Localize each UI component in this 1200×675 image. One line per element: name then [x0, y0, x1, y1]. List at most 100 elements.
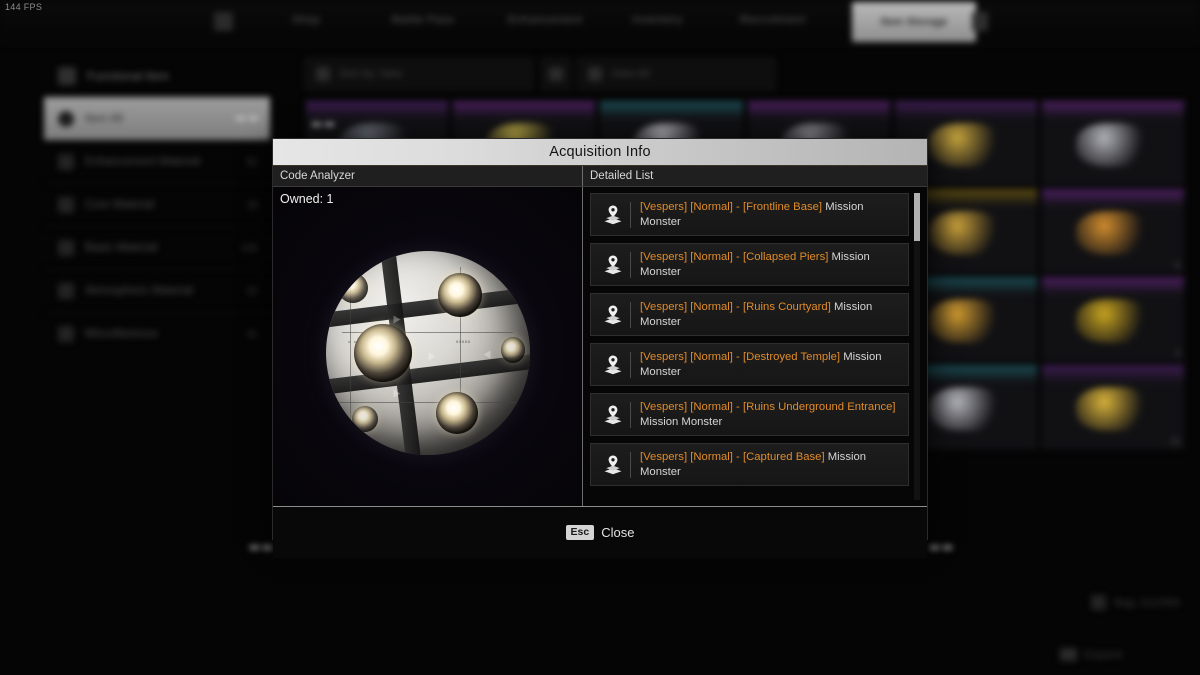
view-label: View All	[611, 68, 650, 80]
currency-icon	[1090, 595, 1106, 610]
sidebar-item-count: 18	[246, 199, 258, 211]
tab-item-storage[interactable]: Item Storage	[852, 2, 976, 42]
sidebar-item-item-all[interactable]: Item All	[44, 97, 270, 140]
expand-hint[interactable]: Expand	[1059, 648, 1122, 661]
item-rarity-band	[1041, 277, 1184, 295]
sort-icon	[316, 67, 330, 81]
sidebar-item-miscellaneous[interactable]: Miscellaneous 41	[44, 312, 270, 355]
grid-menu-icon[interactable]	[214, 12, 233, 31]
list-item-divider	[630, 351, 631, 378]
key-icon	[1059, 648, 1077, 661]
list-item[interactable]: [Vespers] [Normal] - [Ruins Underground …	[590, 393, 909, 436]
item-thumbnail	[928, 386, 1003, 431]
category-icon	[58, 240, 74, 256]
map-pin-stack-icon	[599, 454, 627, 476]
item-rarity-band	[894, 101, 1037, 119]
tab-battle-pass[interactable]: Battle Pass	[392, 14, 454, 26]
list-item[interactable]: [Vespers] [Normal] - [Frontline Base] Mi…	[590, 193, 909, 236]
list-item-divider	[630, 401, 631, 428]
sidebar-item-label: Enhancement Material	[85, 156, 201, 168]
list-scrollbar-thumb[interactable]	[914, 193, 920, 241]
item-thumbnail	[928, 210, 1003, 255]
tab-recruitment[interactable]: Recruitment	[740, 14, 806, 26]
category-icon	[58, 110, 74, 127]
profile-icon[interactable]	[972, 12, 988, 31]
list-item-label: [Vespers] [Normal] - [Ruins Courtyard] M…	[640, 301, 873, 328]
item-card[interactable]	[1040, 100, 1185, 186]
dialog-body: Owned: 1 80089 60007 o o [Vespers] [Norm…	[273, 187, 927, 506]
sphere-lens	[437, 273, 482, 318]
tab-enhancement[interactable]: Enhancement	[508, 14, 582, 26]
list-item-label: [Vespers] [Normal] - [Collapsed Piers] M…	[640, 251, 870, 278]
fps-counter: 144 FPS	[5, 2, 43, 12]
sphere-marker-icon	[428, 352, 435, 361]
item-thumbnail	[928, 122, 1003, 167]
sidebar-header-label: Functional Item	[87, 69, 170, 83]
sphere-lens	[500, 336, 525, 363]
currency-display: Bag: 212/350	[1090, 595, 1180, 610]
toolbar: Sort by: New View All	[305, 58, 775, 90]
sidebar-item-count: 41	[246, 328, 258, 340]
list-item-divider	[630, 301, 631, 328]
acquisition-info-dialog: Acquisition Info Code Analyzer Detailed …	[272, 138, 928, 558]
category-icon	[58, 197, 74, 213]
list-item[interactable]: [Vespers] [Normal] - [Collapsed Piers] M…	[590, 243, 909, 286]
tab-item-storage-label: Item Storage	[880, 16, 948, 28]
item-thumbnail	[1075, 298, 1150, 343]
view-dropdown[interactable]: View All	[577, 58, 775, 90]
item-card[interactable]: 6	[1040, 188, 1185, 274]
sidebar-item-enhancement-material[interactable]: Enhancement Material 52	[44, 140, 270, 183]
filter-icon	[549, 67, 563, 81]
sidebar-item-count: 23	[246, 285, 258, 297]
storage-icon	[58, 67, 76, 85]
list-item[interactable]: [Vespers] [Normal] - [Ruins Courtyard] M…	[590, 293, 909, 336]
sidebar-item-label: Atmospheric Material	[85, 285, 194, 297]
item-placeholder-dashes	[312, 123, 334, 126]
item-rarity-band	[1041, 101, 1184, 119]
sidebar-item-basic-material[interactable]: Basic Material 134	[44, 226, 270, 269]
dialog-title-bar: Acquisition Info	[273, 139, 927, 166]
list-item[interactable]: [Vespers] [Normal] - [Captured Base] Mis…	[590, 443, 909, 486]
item-rarity-band	[306, 101, 449, 119]
sidebar-item-label: Miscellaneous	[85, 328, 158, 340]
list-item-label: [Vespers] [Normal] - [Destroyed Temple] …	[640, 351, 882, 378]
list-item-divider	[630, 251, 631, 278]
expand-hint-label: Expand	[1084, 648, 1122, 661]
sidebar-item-core-material[interactable]: Core Material 18	[44, 183, 270, 226]
column-header-row: Code Analyzer Detailed List	[273, 166, 927, 187]
detailed-list-panel: [Vespers] [Normal] - [Frontline Base] Mi…	[583, 187, 927, 506]
sidebar-item-count: 52	[246, 156, 258, 168]
page-title: Acquisition Info	[549, 144, 651, 160]
column-header-detailed-list: Detailed List	[590, 170, 654, 182]
close-button[interactable]: Close	[601, 525, 634, 540]
code-analyzer-sphere[interactable]: 80089 60007 o o	[325, 250, 530, 455]
acquisition-source-list: [Vespers] [Normal] - [Frontline Base] Mi…	[590, 193, 909, 500]
item-thumbnail	[1075, 386, 1150, 431]
sidebar-item-count: 134	[240, 242, 258, 254]
list-item-label: [Vespers] [Normal] - [Ruins Underground …	[640, 401, 896, 428]
currency-label: Bag: 212/350	[1114, 596, 1180, 609]
item-rarity-band	[1041, 365, 1184, 383]
sphere-lens	[435, 391, 478, 434]
item-quantity: 4	[1175, 348, 1180, 358]
dialog-footer: Esc Close	[273, 506, 927, 558]
tab-inventory[interactable]: Inventory	[632, 14, 683, 26]
sphere-lens	[352, 405, 379, 432]
item-rarity-band	[1041, 189, 1184, 207]
list-item[interactable]: [Vespers] [Normal] - [Destroyed Temple] …	[590, 343, 909, 386]
item-preview-panel[interactable]: Owned: 1 80089 60007 o o	[273, 187, 583, 506]
item-card[interactable]: 4	[1040, 276, 1185, 362]
sidebar-item-atmospheric-material[interactable]: Atmospheric Material 23	[44, 269, 270, 312]
grid-view-icon	[588, 67, 602, 81]
category-icon	[58, 283, 74, 299]
map-pin-stack-icon	[599, 404, 627, 426]
list-item-label: [Vespers] [Normal] - [Frontline Base] Mi…	[640, 201, 864, 228]
sort-dropdown[interactable]: Sort by: New	[305, 58, 533, 90]
item-rarity-band	[453, 101, 596, 119]
list-item-divider	[630, 201, 631, 228]
filter-button[interactable]	[541, 58, 571, 90]
sidebar-item-label: Basic Material	[85, 242, 158, 254]
map-pin-stack-icon	[599, 354, 627, 376]
item-card[interactable]: 12	[1040, 364, 1185, 450]
tab-shop[interactable]: Shop	[292, 14, 320, 26]
